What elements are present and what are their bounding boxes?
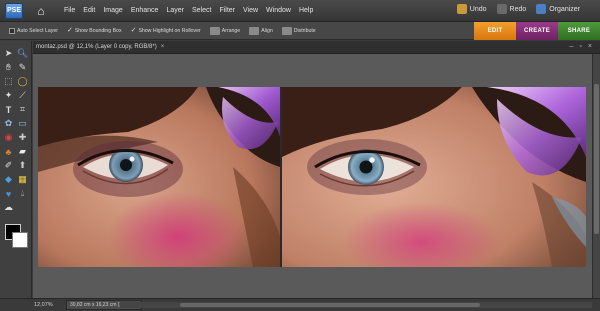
- eraser-tool-icon[interactable]: ▰: [16, 145, 29, 158]
- photoshop-elements-window: PSE ⌂ File Edit Image Enhance Layer Sele…: [0, 0, 600, 311]
- close-icon[interactable]: ×: [161, 44, 165, 50]
- smart-brush-tool-icon[interactable]: ⬆: [16, 159, 29, 172]
- checkmark-icon: ✓: [130, 26, 137, 34]
- checkbox[interactable]: [9, 27, 15, 34]
- photo-before: [38, 87, 280, 267]
- lasso-tool-icon[interactable]: ◯: [16, 75, 29, 88]
- red-eye-tool-icon[interactable]: ◉: [2, 131, 15, 144]
- option-label: Show Highlight on Rollover: [138, 27, 201, 34]
- organizer-label: Organizer: [549, 5, 580, 13]
- background-color-swatch[interactable]: [12, 232, 28, 248]
- scrollbar-thumb[interactable]: [594, 84, 599, 234]
- eyedropper-tool-icon[interactable]: ✎: [16, 61, 29, 74]
- clone-stamp-tool-icon[interactable]: ♣: [2, 145, 15, 158]
- zoom-level[interactable]: 12,07%: [34, 302, 58, 308]
- arrange-icon: [209, 26, 220, 35]
- align-icon: [249, 26, 260, 35]
- zoom-tool-icon[interactable]: 🔍︎: [16, 47, 29, 60]
- gradient-tool-icon[interactable]: ▦: [16, 173, 29, 186]
- quick-actions: Undo Redo Organizer: [456, 4, 580, 14]
- undo-button[interactable]: Undo: [456, 4, 487, 14]
- option-label: Align: [261, 27, 273, 34]
- menu-list: File Edit Image Enhance Layer Select Fil…: [64, 7, 313, 14]
- undo-icon: [456, 4, 467, 14]
- hand-tool-icon[interactable]: ✋︎: [2, 61, 15, 74]
- redo-icon: [496, 4, 507, 14]
- window-controls: – ▫ ×: [570, 43, 592, 51]
- menu-window[interactable]: Window: [266, 7, 291, 14]
- menu-enhance[interactable]: Enhance: [131, 7, 159, 14]
- horizontal-scrollbar[interactable]: [120, 302, 592, 308]
- scrollbar-thumb[interactable]: [180, 303, 480, 307]
- healing-brush-tool-icon[interactable]: ✚: [16, 131, 29, 144]
- document-tab[interactable]: montaz.psd @ 12,1% (Layer 0 copy, RGB/8*…: [33, 41, 600, 54]
- option-show-bounding-box[interactable]: ✓ Show Bounding Box: [66, 26, 122, 34]
- mode-tabs: EDIT CREATE SHARE: [474, 22, 600, 40]
- distribute-dropdown[interactable]: Distribute: [281, 26, 316, 35]
- distribute-icon: [281, 26, 292, 35]
- checkmark-icon: ✓: [66, 26, 73, 34]
- menu-edit[interactable]: Edit: [83, 7, 95, 14]
- close-window-icon[interactable]: ×: [588, 43, 592, 51]
- document-title: montaz.psd @ 12,1% (Layer 0 copy, RGB/8*…: [36, 44, 157, 50]
- arrange-dropdown[interactable]: Arrange: [209, 26, 241, 35]
- image-canvas[interactable]: [38, 87, 586, 267]
- move-tool-icon[interactable]: ➤: [2, 47, 15, 60]
- vertical-scrollbar[interactable]: [592, 54, 600, 298]
- option-label: Auto Select Layer: [17, 27, 58, 34]
- menu-layer[interactable]: Layer: [166, 7, 184, 14]
- document-area: montaz.psd @ 12,1% (Layer 0 copy, RGB/8*…: [33, 41, 600, 298]
- menu-file[interactable]: File: [64, 7, 75, 14]
- magic-wand-tool-icon[interactable]: ✦: [2, 89, 15, 102]
- tab-share[interactable]: SHARE: [558, 22, 600, 40]
- option-label: Distribute: [293, 27, 316, 34]
- photo-after: [282, 87, 586, 267]
- toolbox: ➤ 🔍︎ ✋︎ ✎ ⬚ ◯ ✦ ⟋ T ⌗ ✿ ▭ ◉ ✚ ♣ ▰ ✐ ⬆ ◆ …: [0, 41, 32, 304]
- tab-create[interactable]: CREATE: [516, 22, 558, 40]
- shape-tool-icon[interactable]: ♥: [2, 187, 15, 200]
- status-bar: 12,07% 30,82 cm x 16,23 cm (240 ppi): [0, 298, 600, 311]
- organizer-icon: [536, 4, 547, 14]
- menu-select[interactable]: Select: [192, 7, 211, 14]
- option-auto-select[interactable]: Auto Select Layer: [9, 27, 58, 34]
- crop-tool-icon[interactable]: ⌗: [16, 103, 29, 116]
- cookie-cutter-tool-icon[interactable]: ✿: [2, 117, 15, 130]
- undo-label: Undo: [469, 5, 487, 13]
- marquee-tool-icon[interactable]: ⬚: [2, 75, 15, 88]
- align-dropdown[interactable]: Align: [249, 26, 273, 35]
- menu-view[interactable]: View: [243, 7, 258, 14]
- type-tool-icon[interactable]: T: [2, 103, 15, 116]
- menu-filter[interactable]: Filter: [219, 7, 235, 14]
- menu-help[interactable]: Help: [299, 7, 313, 14]
- option-label: Arrange: [221, 27, 241, 34]
- menu-bar: PSE ⌂ File Edit Image Enhance Layer Sele…: [0, 0, 600, 22]
- menu-image[interactable]: Image: [103, 7, 122, 14]
- redo-label: Redo: [509, 5, 527, 13]
- blur-tool-icon[interactable]: 💧︎: [16, 187, 29, 200]
- sponge-tool-icon[interactable]: ☁: [2, 201, 15, 214]
- organizer-button[interactable]: Organizer: [536, 4, 580, 14]
- minimize-icon[interactable]: –: [570, 43, 574, 51]
- app-logo: PSE: [5, 2, 23, 19]
- tab-edit[interactable]: EDIT: [474, 22, 516, 40]
- maximize-icon[interactable]: ▫: [579, 43, 581, 51]
- redo-button[interactable]: Redo: [496, 4, 527, 14]
- straighten-tool-icon[interactable]: ▭: [16, 117, 29, 130]
- option-show-highlight[interactable]: ✓ Show Highlight on Rollover: [130, 26, 201, 34]
- face-closeup-image-before: [38, 87, 280, 267]
- home-icon[interactable]: ⌂: [33, 3, 49, 19]
- brush-tool-icon[interactable]: ✐: [2, 159, 15, 172]
- paint-bucket-tool-icon[interactable]: ◆: [2, 173, 15, 186]
- selection-brush-tool-icon[interactable]: ⟋: [16, 89, 29, 102]
- face-closeup-image-after: [282, 87, 586, 267]
- option-label: Show Bounding Box: [74, 27, 122, 34]
